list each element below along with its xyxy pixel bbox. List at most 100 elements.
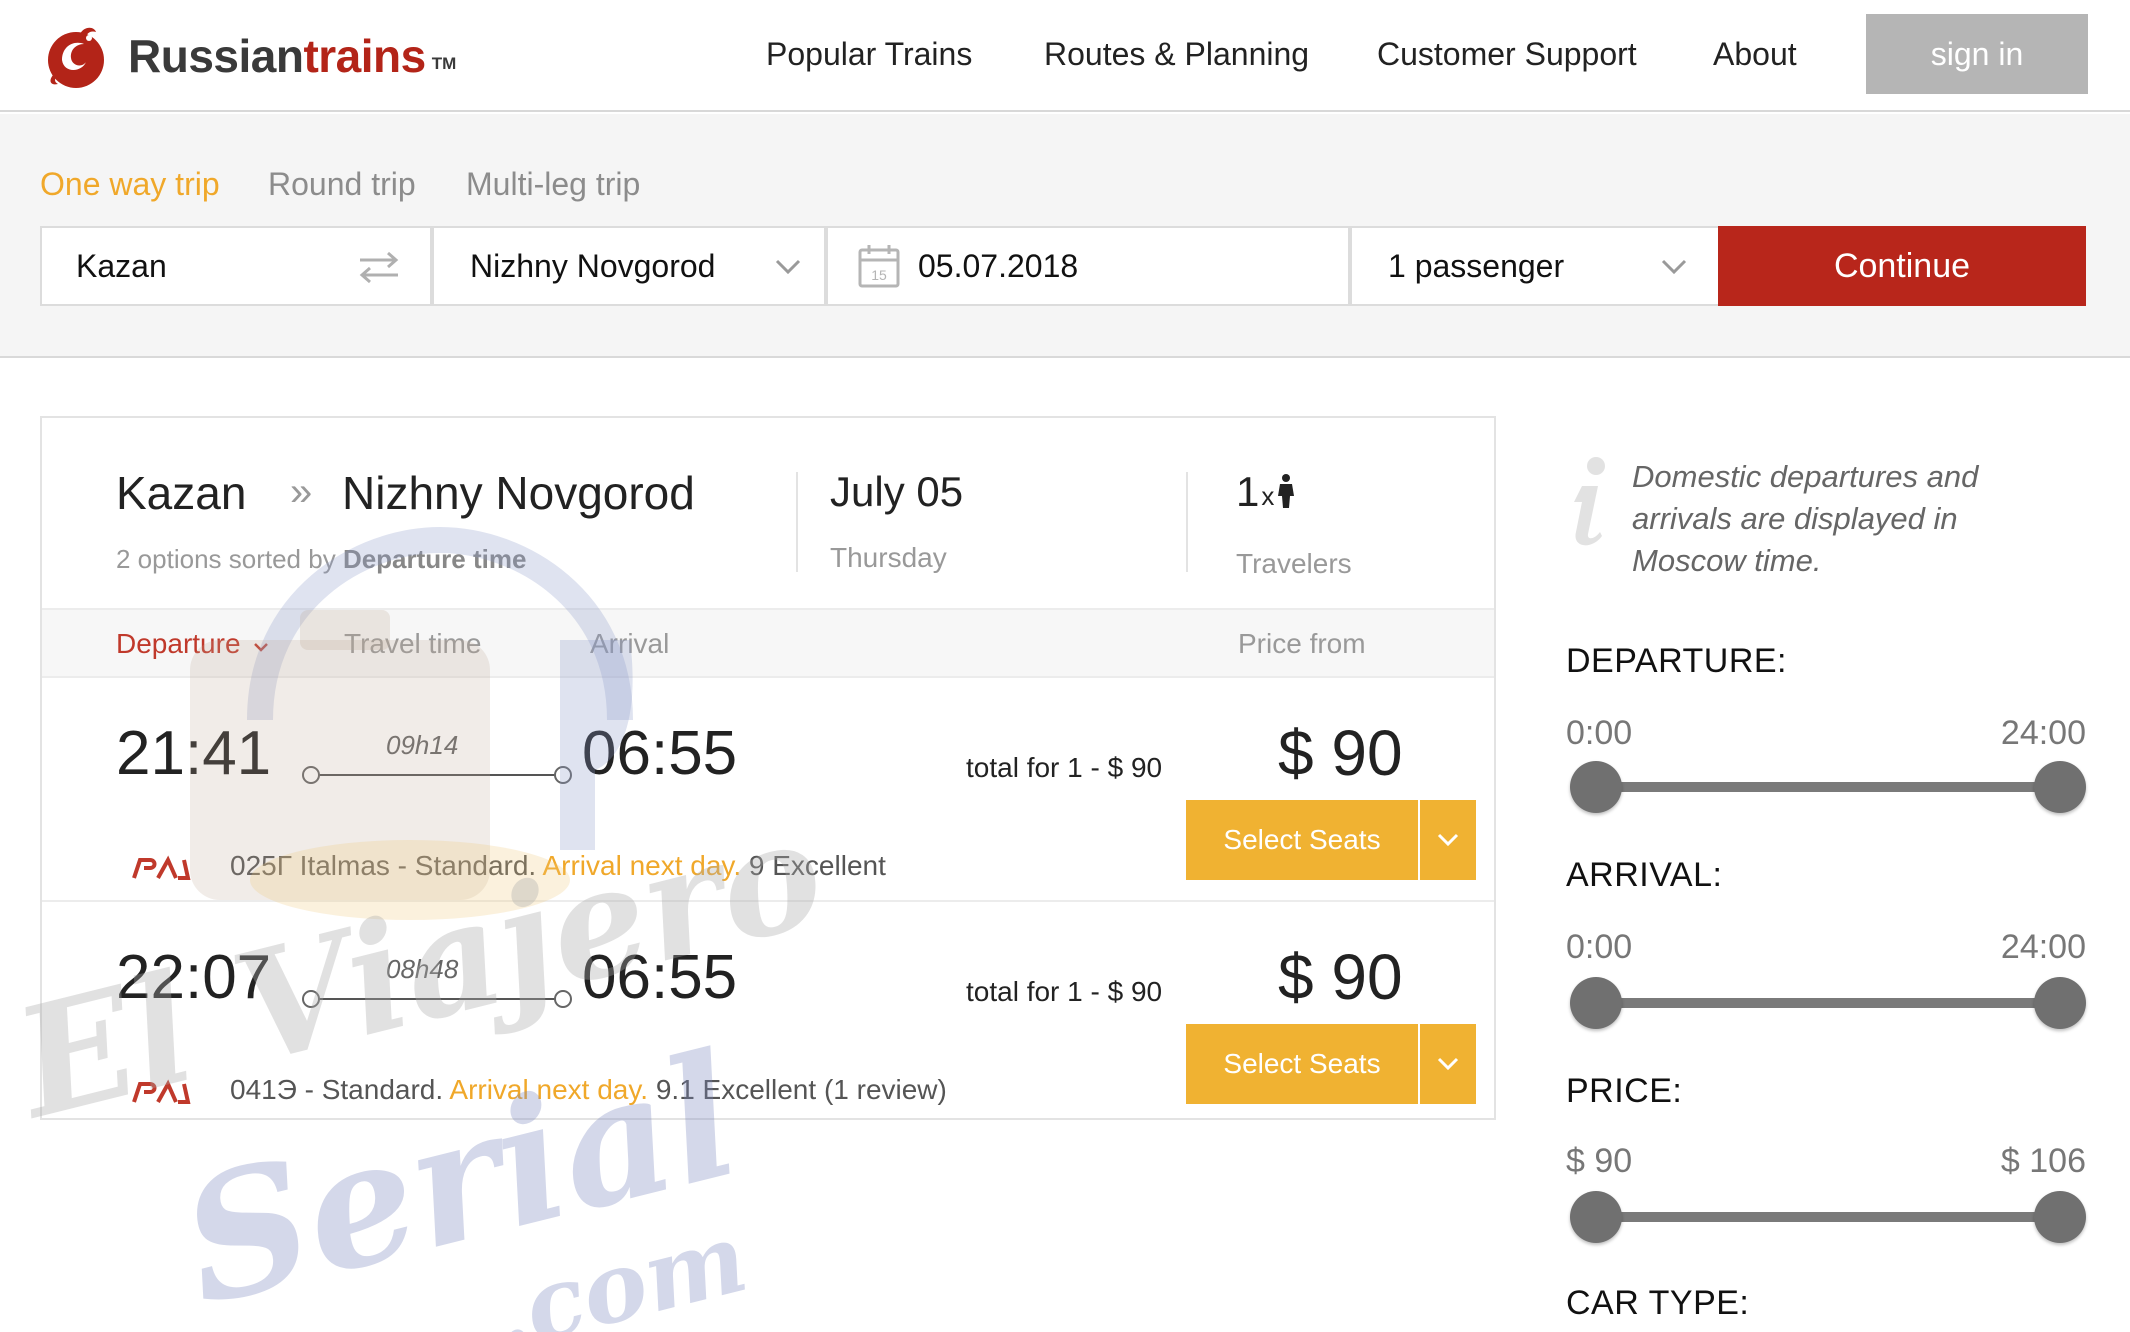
results-panel: Kazan » Nizhny Novgorod 2 options sorted… [40,416,1496,1120]
origin-city: Kazan [116,467,247,519]
results-count: 2 options sorted by Departure time [116,544,527,574]
tab-multi-leg-trip[interactable]: Multi-leg trip [466,166,640,203]
train-details: 041Э - Standard. Arrival next day. 9.1 E… [230,1074,947,1105]
arrival-next-day-note: Arrival next day. [542,850,742,881]
passengers-value: 1 passenger [1388,247,1565,284]
rzd-railway-logo-icon [132,855,191,880]
price-slider-track[interactable] [1594,1212,2060,1222]
travel-weekday: Thursday [830,542,947,573]
journey-start-dot [302,766,320,784]
sign-in-button[interactable]: sign in [1866,14,2088,94]
travelers-count: 1x [1236,468,1296,516]
price-filter-min: $ 90 [1566,1142,1633,1180]
arrival-time: 06:55 [582,719,738,788]
divider [796,472,798,572]
price-slider-max-handle[interactable] [2034,1191,2086,1243]
travelers-label: Travelers [1236,548,1352,579]
departure-filter-max: 24:00 [2000,714,2086,752]
car-type-filter-title: CAR TYPE: [1566,1284,1750,1322]
chevron-down-icon [1661,259,1687,275]
to-station-value: Nizhny Novgorod [470,247,716,284]
passengers-select[interactable]: 1 passenger [1350,226,1720,306]
arrival-time: 06:55 [582,943,738,1012]
tab-one-way-trip[interactable]: One way trip [40,166,220,203]
swap-stations-icon[interactable] [356,250,402,284]
brand-logo[interactable]: Russiantrains TM [40,16,456,96]
site-header: Russiantrains TM Popular Trains Routes &… [0,0,2130,112]
nav-popular-trains[interactable]: Popular Trains [766,36,972,73]
journey-end-dot [554,766,572,784]
departure-filter-min: 0:00 [1566,714,1633,752]
train-details: 025Г Italmas - Standard. Arrival next da… [230,850,886,881]
select-seats-button[interactable]: Select Seats [1186,1024,1418,1104]
departure-time: 22:07 [116,943,272,1012]
from-station-value: Kazan [76,247,167,284]
chevron-down-icon [775,259,801,275]
departure-slider-max-handle[interactable] [2034,761,2086,813]
travel-date: July 05 [830,468,964,515]
nav-routes-planning[interactable]: Routes & Planning [1044,36,1309,73]
tab-round-trip[interactable]: Round trip [268,166,416,203]
destination-city: Nizhny Novgorod [342,467,695,519]
price: $ 90 [1278,941,1403,1013]
journey-end-dot [554,990,572,1008]
arrival-filter-min: 0:00 [1566,928,1633,966]
train-rating: 9 Excellent [741,850,886,881]
divider [1186,472,1188,572]
select-seats-dropdown[interactable] [1420,1024,1476,1104]
price-filter-max: $ 106 [2000,1142,2086,1180]
results-column-header: Departure Travel time Arrival Price from [42,608,1494,678]
rzd-railway-logo-icon [132,1079,191,1104]
journey-line [310,774,562,776]
chevron-down-icon [1437,1057,1459,1071]
departure-time: 21:41 [116,719,272,788]
chevron-down-icon [1437,833,1459,847]
total-price-label: total for 1 - $ 90 [966,752,1163,783]
timezone-notice: Domestic departures and arrivals are dis… [1632,459,1979,578]
continue-button[interactable]: Continue [1718,226,2086,306]
calendar-icon: 15 [858,245,900,288]
train-rating: 9.1 Excellent (1 review) [648,1074,947,1105]
info-icon [1574,457,1605,546]
sort-arrival[interactable]: Arrival [590,628,669,660]
trademark-label: TM [431,54,457,73]
search-panel: One way trip Round trip Multi-leg trip K… [0,114,2130,358]
calendar-day-number: 15 [871,267,887,283]
travel-duration: 08h48 [386,954,459,984]
to-station-field[interactable]: Nizhny Novgorod [432,226,826,306]
watermark-text: .com [480,1200,758,1332]
arrival-slider-track[interactable] [1594,998,2060,1008]
select-seats-button[interactable]: Select Seats [1186,800,1418,880]
departure-filter-title: DEPARTURE: [1566,642,1788,680]
total-price-label: total for 1 - $ 90 [966,976,1163,1007]
arrival-filter-max: 24:00 [2000,928,2086,966]
chevron-down-icon [254,643,269,652]
phoenix-logo-icon [48,27,104,88]
arrival-filter-title: ARRIVAL: [1566,856,1723,894]
price-slider-min-handle[interactable] [1570,1191,1622,1243]
date-field[interactable]: 15 05.07.2018 [826,226,1350,306]
sort-field: Departure time [342,544,527,574]
nav-customer-support[interactable]: Customer Support [1377,36,1637,73]
arrival-slider-max-handle[interactable] [2034,977,2086,1029]
select-seats-dropdown[interactable] [1420,800,1476,880]
sort-price[interactable]: Price from [1238,628,1366,660]
nav-about[interactable]: About [1713,36,1797,73]
price: $ 90 [1278,717,1403,789]
from-station-field[interactable]: Kazan [40,226,432,306]
train-row: 22:07 08h48 06:55 total for 1 - $ 90 $ 9… [42,900,1494,1122]
departure-slider-track[interactable] [1594,782,2060,792]
brand-wordmark: Russiantrains [128,30,426,82]
person-icon [1278,474,1295,508]
travel-duration: 09h14 [386,730,459,760]
journey-start-dot [302,990,320,1008]
sort-departure[interactable]: Departure [116,628,270,660]
route-arrow-icon: » [290,470,313,514]
arrival-slider-min-handle[interactable] [1570,977,1622,1029]
departure-slider-min-handle[interactable] [1570,761,1622,813]
journey-line [310,998,562,1000]
route-summary: Kazan » Nizhny Novgorod 2 options sorted… [42,418,1494,608]
sort-travel-time[interactable]: Travel time [344,628,481,660]
price-filter-title: PRICE: [1566,1072,1683,1110]
train-row: 21:41 09h14 06:55 total for 1 - $ 90 $ 9… [42,678,1494,900]
